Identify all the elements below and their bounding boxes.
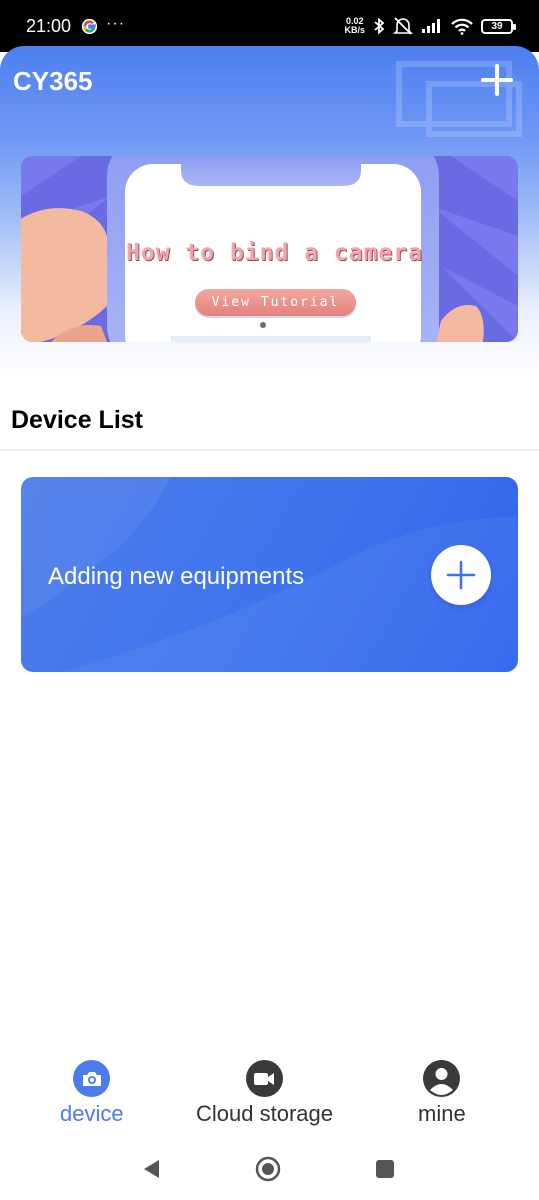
video-icon	[245, 1060, 283, 1097]
carousel-indicator	[260, 322, 266, 328]
add-equipment-label: Adding new equipments	[48, 563, 305, 590]
tab-mine[interactable]: mine	[418, 1060, 466, 1127]
notification-more-icon: ···	[106, 15, 126, 32]
system-nav-bar	[0, 1142, 539, 1200]
tab-cloud-storage-label: Cloud storage	[196, 1101, 333, 1126]
net-speed: 0.02 KB/s	[344, 16, 365, 35]
tutorial-banner[interactable]: How to bind a camera View Tutorial	[21, 156, 518, 342]
add-equipment-button[interactable]	[431, 545, 491, 605]
wifi-icon	[451, 18, 473, 35]
section-divider	[0, 449, 539, 452]
view-tutorial-button[interactable]: View Tutorial	[195, 289, 356, 316]
device-list-title: Device List	[11, 406, 144, 434]
banner-title: How to bind a camera	[126, 240, 423, 266]
status-bar: 21:00 ··· 0.02 KB/s 39	[0, 0, 539, 52]
tab-cloud-storage[interactable]: Cloud storage	[196, 1060, 333, 1127]
back-icon[interactable]	[138, 1156, 164, 1182]
add-equipment-card[interactable]: Adding new equipments	[21, 477, 518, 672]
home-icon[interactable]	[255, 1156, 281, 1182]
status-time: 21:00	[26, 15, 72, 36]
person-icon	[423, 1060, 461, 1097]
signal-icon	[422, 19, 440, 33]
bluetooth-icon	[374, 17, 385, 35]
plus-icon	[446, 560, 476, 590]
app-title: CY365	[13, 66, 93, 96]
bottom-nav: device Cloud storage mine	[0, 1050, 539, 1140]
add-device-icon[interactable]	[481, 64, 513, 96]
vibrate-off-icon	[393, 17, 413, 35]
tab-mine-label: mine	[418, 1101, 466, 1126]
recents-icon[interactable]	[372, 1156, 398, 1182]
camera-icon	[73, 1060, 111, 1097]
battery-icon: 39	[481, 18, 516, 34]
tab-device[interactable]: device	[60, 1060, 124, 1127]
google-icon	[81, 18, 98, 34]
tab-device-label: device	[60, 1101, 124, 1126]
